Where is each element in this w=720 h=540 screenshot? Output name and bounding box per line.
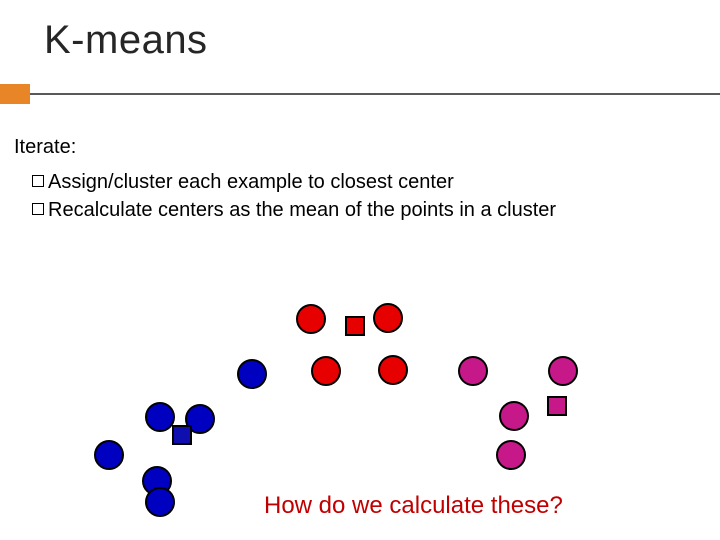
point-blue xyxy=(237,359,267,389)
point-red xyxy=(373,303,403,333)
bullet-list: Assign/cluster each example to closest c… xyxy=(32,169,706,223)
bullet-text: Recalculate centers as the mean of the p… xyxy=(48,197,556,223)
bullet-text: Assign/cluster each example to closest c… xyxy=(48,169,454,195)
point-magenta xyxy=(496,440,526,470)
question-text: How do we calculate these? xyxy=(264,492,563,520)
slide-body: Iterate: Assign/cluster each example to … xyxy=(14,136,706,225)
accent-bar xyxy=(0,84,30,104)
slide-title: K-means xyxy=(44,18,208,63)
bullet-box-icon xyxy=(32,203,44,215)
point-blue xyxy=(94,440,124,470)
centroid-red xyxy=(345,316,365,336)
title-divider xyxy=(30,93,720,95)
point-red xyxy=(296,304,326,334)
bullet-item: Recalculate centers as the mean of the p… xyxy=(32,197,706,223)
point-blue xyxy=(145,402,175,432)
point-magenta xyxy=(499,401,529,431)
bullet-box-icon xyxy=(32,175,44,187)
iterate-label: Iterate: xyxy=(14,136,706,159)
point-red xyxy=(311,356,341,386)
point-blue xyxy=(185,404,215,434)
centroid-blue xyxy=(172,425,192,445)
point-magenta xyxy=(548,356,578,386)
point-red xyxy=(378,355,408,385)
point-blue xyxy=(145,487,175,517)
point-blue xyxy=(142,466,172,496)
centroid-magenta xyxy=(547,396,567,416)
point-magenta xyxy=(458,356,488,386)
bullet-item: Assign/cluster each example to closest c… xyxy=(32,169,706,195)
slide: K-means Iterate: Assign/cluster each exa… xyxy=(0,0,720,540)
cluster-plot xyxy=(0,0,720,540)
